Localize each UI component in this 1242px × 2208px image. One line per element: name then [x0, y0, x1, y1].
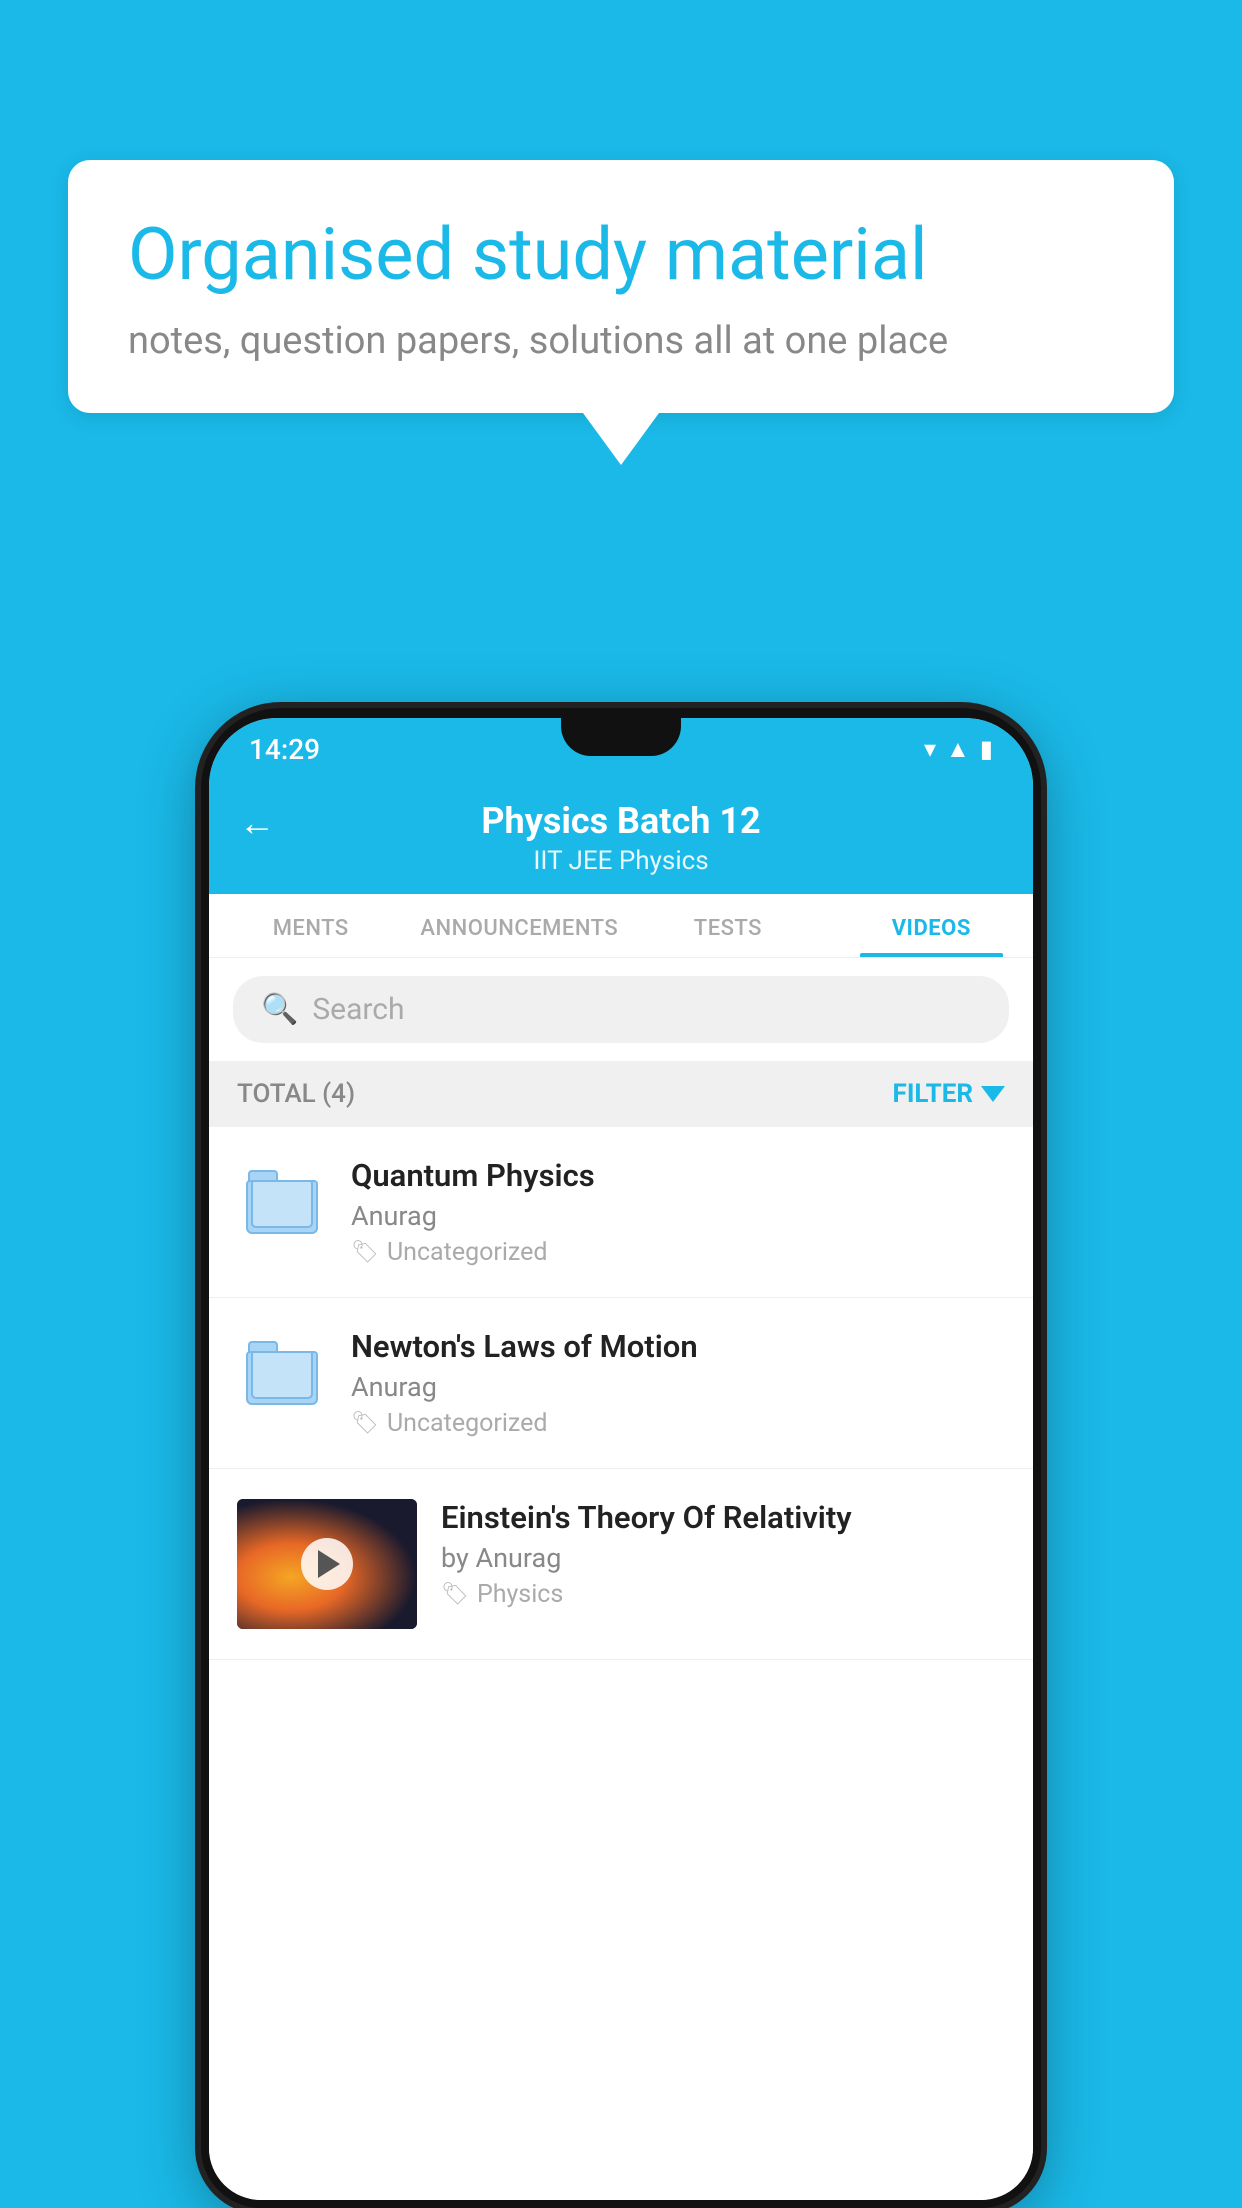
phone-notch	[561, 718, 681, 756]
video-item-info: Quantum Physics Anurag 🏷 Uncategorized	[351, 1157, 1005, 1267]
back-button[interactable]: ←	[239, 802, 275, 844]
video-item-info: Einstein's Theory Of Relativity by Anura…	[441, 1499, 1005, 1609]
header-title: Physics Batch 12	[481, 800, 760, 842]
folder-icon	[246, 1170, 318, 1234]
phone-frame: 14:29 ▾ ▲ ▮ ← Physics Batch 12 IIT JEE P…	[201, 708, 1041, 2208]
status-time: 14:29	[249, 733, 320, 766]
speech-bubble-title: Organised study material	[128, 214, 1114, 297]
video-thumbnail	[237, 1499, 417, 1629]
search-icon: 🔍	[261, 992, 298, 1027]
play-button[interactable]	[301, 1538, 353, 1590]
filter-label: FILTER	[893, 1079, 973, 1109]
folder-front	[251, 1351, 313, 1399]
video-author: Anurag	[351, 1200, 1005, 1232]
video-title: Quantum Physics	[351, 1157, 1005, 1194]
search-container: 🔍 Search	[209, 958, 1033, 1061]
tag-icon: 🏷	[351, 1411, 379, 1436]
video-list: Quantum Physics Anurag 🏷 Uncategorized	[209, 1127, 1033, 2200]
video-item-icon-wrap	[237, 1157, 327, 1247]
video-author: by Anurag	[441, 1542, 1005, 1574]
folder-front	[251, 1180, 313, 1228]
tab-announcements[interactable]: ANNOUNCEMENTS	[412, 894, 626, 957]
list-item[interactable]: Einstein's Theory Of Relativity by Anura…	[209, 1469, 1033, 1660]
tab-bar: MENTS ANNOUNCEMENTS TESTS VIDEOS	[209, 894, 1033, 958]
wifi-icon: ▾	[924, 735, 936, 763]
total-count: TOTAL (4)	[237, 1079, 355, 1109]
speech-bubble-subtitle: notes, question papers, solutions all at…	[128, 319, 1114, 363]
video-item-icon-wrap	[237, 1328, 327, 1418]
app-header: ← Physics Batch 12 IIT JEE Physics	[209, 780, 1033, 894]
speech-bubble-section: Organised study material notes, question…	[68, 160, 1174, 465]
battery-icon: ▮	[980, 735, 993, 763]
status-icons: ▾ ▲ ▮	[924, 735, 993, 764]
folder-icon	[246, 1341, 318, 1405]
tab-tests[interactable]: TESTS	[626, 894, 829, 957]
filter-button[interactable]: FILTER	[893, 1079, 1005, 1109]
play-icon	[318, 1550, 340, 1578]
tag-icon: 🏷	[351, 1240, 379, 1265]
list-item[interactable]: Newton's Laws of Motion Anurag 🏷 Uncateg…	[209, 1298, 1033, 1469]
filter-icon	[981, 1086, 1005, 1102]
search-input[interactable]: Search	[312, 992, 404, 1027]
header-subtitle: IIT JEE Physics	[533, 846, 708, 876]
video-tag: 🏷 Physics	[441, 1580, 1005, 1609]
video-title: Newton's Laws of Motion	[351, 1328, 1005, 1365]
video-tag: 🏷 Uncategorized	[351, 1238, 1005, 1267]
filter-bar: TOTAL (4) FILTER	[209, 1061, 1033, 1127]
tab-videos[interactable]: VIDEOS	[830, 894, 1033, 957]
status-bar: 14:29 ▾ ▲ ▮	[209, 718, 1033, 780]
speech-bubble-card: Organised study material notes, question…	[68, 160, 1174, 413]
list-item[interactable]: Quantum Physics Anurag 🏷 Uncategorized	[209, 1127, 1033, 1298]
video-title: Einstein's Theory Of Relativity	[441, 1499, 1005, 1536]
video-item-info: Newton's Laws of Motion Anurag 🏷 Uncateg…	[351, 1328, 1005, 1438]
video-author: Anurag	[351, 1371, 1005, 1403]
signal-icon: ▲	[946, 735, 970, 764]
video-tag: 🏷 Uncategorized	[351, 1409, 1005, 1438]
search-bar[interactable]: 🔍 Search	[233, 976, 1009, 1043]
speech-bubble-arrow	[583, 413, 659, 465]
phone-screen: 14:29 ▾ ▲ ▮ ← Physics Batch 12 IIT JEE P…	[209, 718, 1033, 2200]
tag-icon: 🏷	[441, 1582, 469, 1607]
tab-ments[interactable]: MENTS	[209, 894, 412, 957]
